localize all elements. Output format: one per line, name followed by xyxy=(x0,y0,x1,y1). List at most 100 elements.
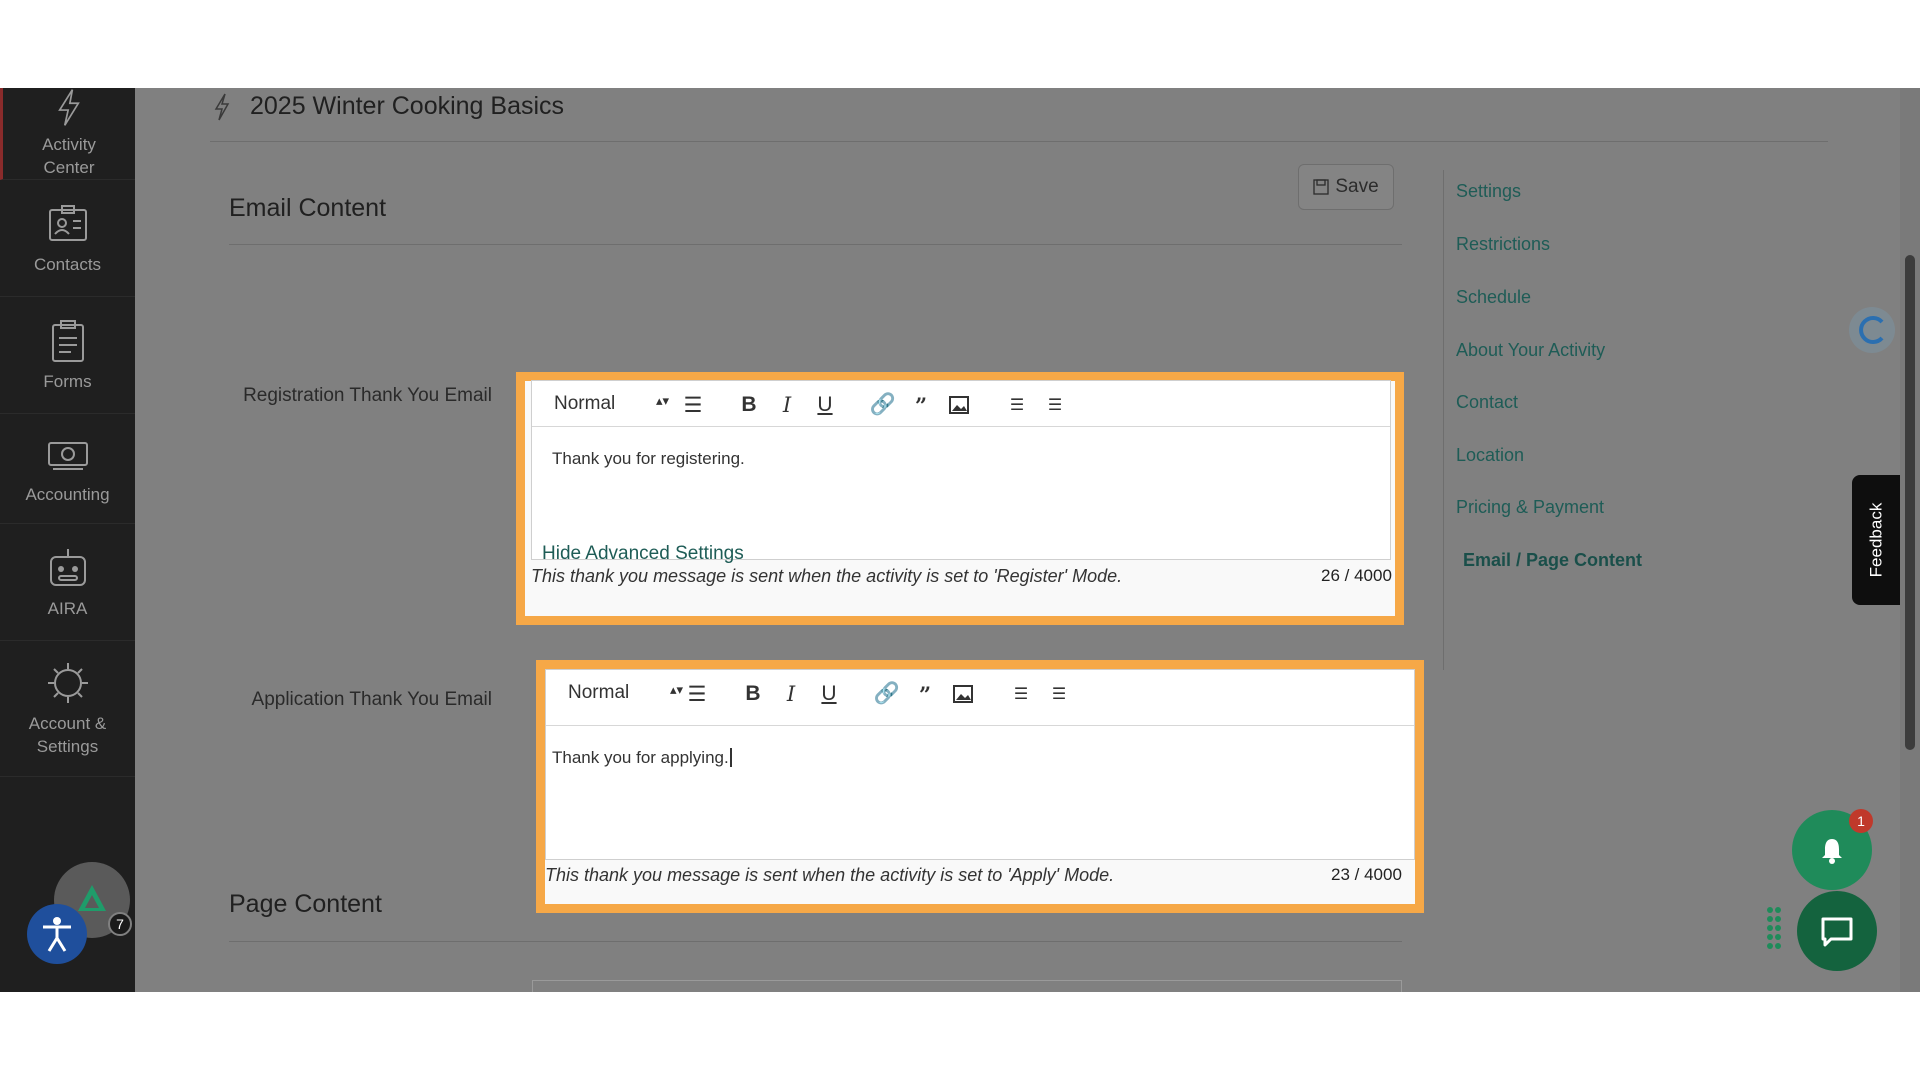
image-button[interactable] xyxy=(950,681,976,707)
sidebar-item-accounting[interactable]: Accounting xyxy=(0,414,135,524)
hide-advanced-settings-link[interactable]: Hide Advanced Settings xyxy=(542,543,744,565)
italic-button[interactable]: I xyxy=(774,392,800,418)
align-left-icon: ☰ xyxy=(683,393,703,417)
chat-bubble-icon xyxy=(1821,917,1853,947)
notifications-badge: 1 xyxy=(1849,809,1873,833)
italic-icon: I xyxy=(786,682,796,706)
bold-icon: B xyxy=(745,682,761,705)
application-char-counter: 23 / 4000 xyxy=(1331,865,1402,884)
link-button[interactable]: 🔗 xyxy=(874,681,900,707)
bullet-list-icon: ☰ xyxy=(1051,686,1067,703)
quote-icon: ” xyxy=(918,681,932,707)
sidebar-item-activity-center[interactable]: Activity Center xyxy=(0,88,135,180)
floppy-disk-icon xyxy=(1313,179,1329,195)
divider xyxy=(210,141,1828,142)
bolt-icon xyxy=(214,93,230,121)
feedback-tab[interactable]: Feedback xyxy=(1852,475,1900,605)
nav-settings[interactable]: Settings xyxy=(1456,181,1521,202)
nav-schedule[interactable]: Schedule xyxy=(1456,287,1531,308)
sidebar-item-aira[interactable]: AIRA xyxy=(0,524,135,641)
contact-card-icon xyxy=(48,204,87,241)
assistant-logo-button[interactable] xyxy=(1849,307,1895,353)
image-icon xyxy=(953,685,973,703)
sidebar-item-label: Contacts xyxy=(33,254,102,274)
sidebar-item-label: Forms xyxy=(43,371,92,391)
nav-contact[interactable]: Contact xyxy=(1456,392,1518,413)
select-arrows-icon: ▴▾ xyxy=(669,682,683,697)
editor-toolbar: Normal ▴▾ ☰ B I U 🔗 ” ☰ ☰ xyxy=(546,670,1414,726)
application-editor-highlight: Normal ▴▾ ☰ B I U 🔗 ” ☰ ☰ Thank you for a… xyxy=(536,660,1424,913)
accessibility-badge: 7 xyxy=(108,912,132,936)
quote-button[interactable]: ” xyxy=(908,392,934,418)
sidebar-item-label: AIRA xyxy=(47,598,88,618)
save-label: Save xyxy=(1335,176,1379,197)
application-email-body[interactable]: Thank you for applying. xyxy=(552,748,732,768)
registration-editor-highlight: Normal ▴▾ ☰ B I U 🔗 ” ☰ ☰ Thank you for r… xyxy=(516,372,1404,625)
page-content-editor[interactable] xyxy=(532,980,1402,992)
nav-restrictions[interactable]: Restrictions xyxy=(1456,234,1550,255)
feedback-label: Feedback xyxy=(1866,502,1886,578)
sidebar-item-forms[interactable]: Forms xyxy=(0,297,135,414)
align-left-icon: ☰ xyxy=(687,682,707,706)
chat-button[interactable] xyxy=(1797,891,1877,971)
divider xyxy=(229,244,1402,245)
bullet-list-icon: ☰ xyxy=(1047,397,1063,414)
underline-button[interactable]: U xyxy=(812,392,838,418)
sidebar-item-label: Account & Settings xyxy=(28,713,107,756)
money-icon xyxy=(47,442,88,470)
format-select[interactable]: Normal ▴▾ xyxy=(554,393,669,415)
nav-pricing-payment[interactable]: Pricing & Payment xyxy=(1456,497,1604,518)
registration-help-text: This thank you message is sent when the … xyxy=(531,566,1123,586)
format-select-value: Normal xyxy=(568,682,630,703)
align-button[interactable]: ☰ xyxy=(680,392,706,418)
format-select-value: Normal xyxy=(554,393,616,414)
accessibility-icon xyxy=(43,917,71,952)
italic-button[interactable]: I xyxy=(778,681,804,707)
ordered-list-button[interactable]: ☰ xyxy=(1004,392,1030,418)
scrollbar-thumb[interactable] xyxy=(1905,255,1915,750)
registration-email-body[interactable]: Thank you for registering. xyxy=(552,449,745,469)
text-cursor xyxy=(729,748,732,767)
registration-editor[interactable]: Normal ▴▾ ☰ B I U 🔗 ” ☰ ☰ Thank you for r… xyxy=(531,380,1391,560)
bold-button[interactable]: B xyxy=(740,681,766,707)
bold-button[interactable]: B xyxy=(736,392,762,418)
drag-handle-icon[interactable] xyxy=(1766,906,1782,952)
ordered-list-icon: ☰ xyxy=(1013,686,1029,703)
image-icon xyxy=(949,396,969,414)
application-body-text: Thank you for applying. xyxy=(552,748,729,767)
gear-icon xyxy=(47,662,88,703)
italic-icon: I xyxy=(782,393,792,417)
format-select[interactable]: Normal ▴▾ xyxy=(568,682,683,704)
nav-location[interactable]: Location xyxy=(1456,445,1524,466)
logo-icon xyxy=(78,885,106,911)
ordered-list-button[interactable]: ☰ xyxy=(1008,681,1034,707)
save-button[interactable]: Save xyxy=(1298,164,1394,210)
nav-about-your-activity[interactable]: About Your Activity xyxy=(1456,340,1605,361)
align-button[interactable]: ☰ xyxy=(684,681,710,707)
registration-email-label: Registration Thank You Email xyxy=(243,385,492,406)
bolt-icon xyxy=(58,89,80,126)
bullet-list-button[interactable]: ☰ xyxy=(1042,392,1068,418)
quote-icon: ” xyxy=(914,392,928,418)
image-button[interactable] xyxy=(946,392,972,418)
bullet-list-button[interactable]: ☰ xyxy=(1046,681,1072,707)
select-arrows-icon: ▴▾ xyxy=(655,393,669,408)
clipboard-icon xyxy=(51,319,84,362)
sidebar-item-account-settings[interactable]: Account & Settings xyxy=(0,641,135,777)
c-logo-icon xyxy=(1859,316,1884,344)
registration-char-counter: 26 / 4000 xyxy=(1321,566,1392,585)
accessibility-button[interactable] xyxy=(27,904,87,964)
nav-email-page-content[interactable]: Email / Page Content xyxy=(1463,550,1642,571)
quote-button[interactable]: ” xyxy=(912,681,938,707)
sidebar: Activity Center Contacts Forms Accountin… xyxy=(0,88,135,992)
application-email-label: Application Thank You Email xyxy=(251,689,492,710)
underline-icon: U xyxy=(821,682,837,705)
ordered-list-icon: ☰ xyxy=(1009,397,1025,414)
right-nav-divider xyxy=(1443,170,1444,670)
link-icon: 🔗 xyxy=(869,393,897,416)
application-editor[interactable]: Normal ▴▾ ☰ B I U 🔗 ” ☰ ☰ Thank you for a… xyxy=(545,669,1415,860)
page-title: 2025 Winter Cooking Basics xyxy=(250,92,565,120)
sidebar-item-contacts[interactable]: Contacts xyxy=(0,180,135,297)
link-button[interactable]: 🔗 xyxy=(870,392,896,418)
underline-button[interactable]: U xyxy=(816,681,842,707)
